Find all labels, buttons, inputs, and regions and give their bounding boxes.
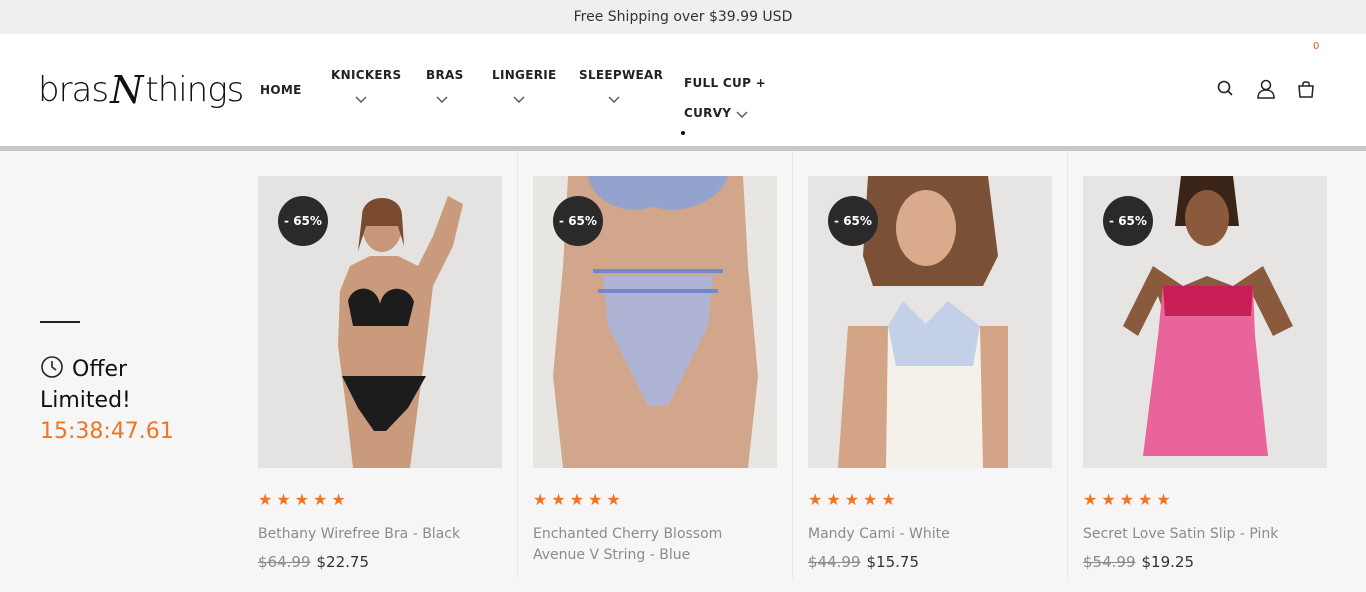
limited-offer: Offer Limited! 15:38:47.61 [40, 354, 220, 448]
chevron-down-icon [736, 111, 748, 118]
offer-title-line1: Offer [72, 357, 128, 382]
nav-bras-label: BRAS [426, 68, 464, 82]
product-card[interactable]: - 65% ★★★★★ Enchanted Cherry Blossom Ave… [533, 176, 777, 592]
discount-badge: - 65% [278, 196, 328, 246]
nav-bras[interactable]: BRAS [426, 68, 463, 104]
product-image[interactable]: - 65% [1083, 176, 1327, 468]
offer-divider [40, 321, 80, 323]
chevron-down-icon [436, 96, 448, 103]
product-image[interactable]: - 65% [808, 176, 1052, 468]
discount-badge: - 65% [828, 196, 878, 246]
user-icon[interactable] [1255, 78, 1277, 100]
logo-word-left: bras [38, 70, 109, 110]
product-name[interactable]: Enchanted Cherry Blossom Avenue V String… [533, 524, 777, 566]
nav-knickers-label: KNICKERS [331, 68, 402, 82]
cart-count-badge: 0 [1313, 41, 1320, 52]
nav-knickers[interactable]: KNICKERS [331, 68, 401, 104]
logo-letter: N [110, 68, 144, 112]
product-image[interactable]: - 65% [258, 176, 502, 468]
rating-stars: ★★★★★ [258, 490, 350, 509]
nav-home[interactable]: HOME [260, 83, 302, 97]
announcement-bar: Free Shipping over $39.99 USD [0, 0, 1366, 34]
nav-sleepwear-label: SLEEPWEAR [579, 68, 664, 82]
sale-price: $22.75 [316, 553, 370, 571]
nav-active-indicator [681, 131, 685, 135]
nav-lingerie-label: LINGERIE [492, 68, 557, 82]
column-divider [517, 151, 518, 578]
chevron-down-icon [608, 96, 620, 103]
rating-stars: ★★★★★ [808, 490, 900, 509]
product-price: $54.99 $19.25 [1083, 553, 1327, 571]
chevron-down-icon [513, 96, 525, 103]
nav-sleepwear[interactable]: SLEEPWEAR [579, 68, 663, 104]
old-price: $64.99 [258, 553, 311, 571]
search-icon[interactable] [1215, 78, 1237, 100]
product-name[interactable]: Bethany Wirefree Bra - Black [258, 524, 502, 545]
header-divider [0, 146, 1366, 151]
sale-price: $19.25 [1141, 553, 1195, 571]
nav-full-cup-curvy[interactable]: FULL CUP + CURVY [684, 68, 766, 128]
logo-word-right: things [145, 70, 244, 110]
product-image[interactable]: - 65% [533, 176, 777, 468]
product-card[interactable]: - 65% ★★★★★ Bethany Wirefree Bra - Black… [258, 176, 502, 571]
rating-stars: ★★★★★ [533, 490, 625, 509]
chevron-down-icon [355, 96, 367, 103]
discount-badge: - 65% [1103, 196, 1153, 246]
column-divider [792, 151, 793, 578]
product-name[interactable]: Secret Love Satin Slip - Pink [1083, 524, 1327, 545]
brand-logo[interactable]: bras N things [38, 66, 244, 114]
sale-price: $15.75 [866, 553, 920, 571]
offer-title-line2: Limited! [40, 388, 131, 413]
product-card[interactable]: - 65% ★★★★★ Secret Love Satin Slip - Pin… [1083, 176, 1327, 571]
product-price: $44.99 $15.75 [808, 553, 1052, 571]
announcement-text: Free Shipping over $39.99 USD [573, 9, 793, 25]
nav-full-cup-line2: CURVY [684, 106, 732, 120]
old-price: $54.99 [1083, 553, 1136, 571]
clock-icon [41, 356, 63, 378]
offer-countdown: 15:38:47.61 [40, 419, 174, 444]
product-price [533, 574, 777, 592]
discount-badge: - 65% [553, 196, 603, 246]
site-header: bras N things HOME KNICKERS BRAS LINGERI… [0, 34, 1366, 146]
column-divider [1067, 151, 1068, 578]
nav-lingerie[interactable]: LINGERIE [492, 68, 556, 104]
cart-icon[interactable] [1295, 78, 1317, 100]
product-name[interactable]: Mandy Cami - White [808, 524, 1052, 545]
old-price: $44.99 [808, 553, 861, 571]
product-price: $64.99 $22.75 [258, 553, 502, 571]
product-card[interactable]: - 65% ★★★★★ Mandy Cami - White $44.99 $15… [808, 176, 1052, 571]
rating-stars: ★★★★★ [1083, 490, 1175, 509]
nav-full-cup-line1: FULL CUP + [684, 76, 766, 90]
